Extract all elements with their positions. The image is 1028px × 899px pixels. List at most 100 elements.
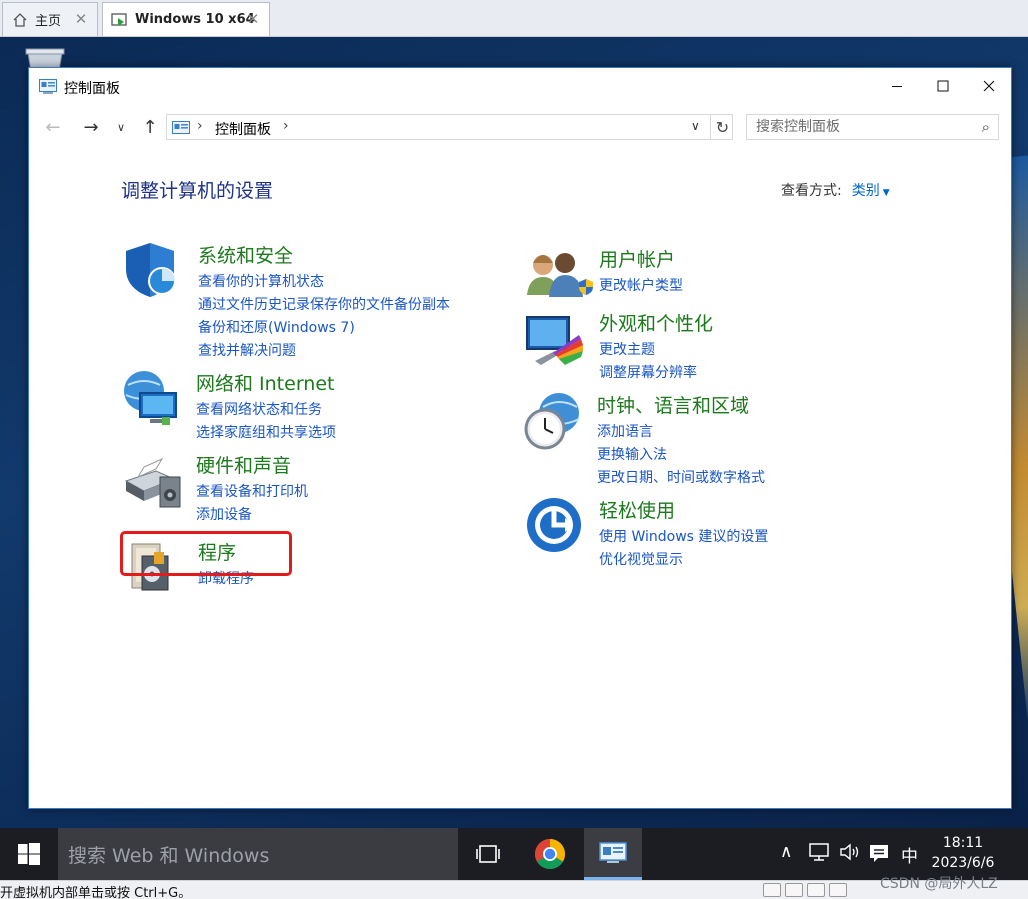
ease-of-access-icon[interactable] bbox=[525, 496, 585, 556]
show-hidden-icons-button[interactable]: ∧ bbox=[780, 842, 792, 862]
navigation-row: ← → ∨ ↑ › 控制面板 › ∨ ↻ ⌕ bbox=[29, 112, 1011, 142]
network-adapter-icon[interactable] bbox=[829, 883, 847, 897]
close-window-button[interactable] bbox=[966, 68, 1012, 104]
users-icon[interactable] bbox=[525, 245, 585, 305]
clock-date: 2023/6/6 bbox=[931, 855, 995, 871]
minimize-icon bbox=[892, 86, 902, 87]
usb-icon[interactable] bbox=[807, 883, 825, 897]
maximize-button[interactable] bbox=[920, 68, 966, 104]
highlight-annotation bbox=[120, 531, 292, 576]
close-icon[interactable]: ✕ bbox=[73, 11, 89, 27]
link-view-computer-status[interactable]: 查看你的计算机状态 bbox=[198, 271, 450, 294]
category-title[interactable]: 硬件和声音 bbox=[196, 451, 291, 478]
task-view-icon bbox=[476, 845, 500, 863]
link-backup-restore-win7[interactable]: 备份和还原(Windows 7) bbox=[198, 317, 450, 340]
taskbar-chrome[interactable] bbox=[521, 828, 579, 880]
vm-tab-windows10-label: Windows 10 x64 bbox=[135, 12, 255, 27]
address-bar[interactable]: › 控制面板 › ∨ bbox=[166, 114, 733, 140]
network-icon[interactable] bbox=[122, 369, 182, 429]
minimize-button[interactable] bbox=[874, 68, 920, 104]
link-adjust-resolution[interactable]: 调整屏幕分辨率 bbox=[599, 362, 697, 385]
view-by-dropdown[interactable]: 类别 bbox=[852, 183, 880, 199]
category-title[interactable]: 外观和个性化 bbox=[599, 309, 713, 336]
printer-icon[interactable] bbox=[122, 451, 182, 511]
category-title[interactable]: 时钟、语言和区域 bbox=[597, 391, 749, 418]
address-dropdown-icon[interactable]: ∨ bbox=[691, 119, 700, 133]
status-hint: 开虚拟机内部单击或按 Ctrl+G。 bbox=[0, 886, 192, 899]
link-file-history-backup[interactable]: 通过文件历史记录保存你的文件备份副本 bbox=[198, 294, 450, 317]
taskbar-clock[interactable]: 18:11 2023/6/6 bbox=[930, 833, 996, 873]
close-icon[interactable]: ✕ bbox=[245, 11, 261, 27]
appearance-icon[interactable] bbox=[525, 309, 585, 369]
view-by-control: 查看方式: 类别 ▼ bbox=[781, 180, 890, 200]
category-title[interactable]: 用户帐户 bbox=[599, 245, 675, 272]
cd-drive-icon[interactable] bbox=[785, 883, 803, 897]
taskbar-search-text: 搜索 Web 和 Windows bbox=[68, 845, 270, 867]
link-troubleshoot[interactable]: 查找并解决问题 bbox=[198, 340, 450, 363]
windows-logo-icon bbox=[18, 843, 40, 865]
link-change-input-method[interactable]: 更换输入法 bbox=[597, 444, 765, 467]
forward-button[interactable]: → bbox=[79, 114, 103, 140]
vm-tab-windows10[interactable]: Windows 10 x64 ✕ bbox=[102, 2, 270, 36]
link-change-account-type-label: 更改帐户类型 bbox=[599, 278, 683, 294]
search-input[interactable] bbox=[747, 115, 967, 139]
link-add-language[interactable]: 添加语言 bbox=[597, 421, 765, 444]
category-title[interactable]: 轻松使用 bbox=[599, 496, 675, 523]
input-method-indicator[interactable]: 中 bbox=[901, 842, 918, 867]
vm-running-icon bbox=[111, 11, 129, 29]
chrome-icon bbox=[534, 839, 566, 870]
search-icon[interactable]: ⌕ bbox=[982, 118, 990, 136]
device-status-icons bbox=[763, 883, 847, 897]
breadcrumb-separator-icon[interactable]: › bbox=[283, 118, 289, 134]
back-arrow-icon: ← bbox=[45, 116, 61, 138]
home-icon bbox=[11, 11, 29, 29]
page-title: 调整计算机的设置 bbox=[121, 180, 274, 202]
taskbar-control-panel[interactable] bbox=[584, 828, 642, 880]
control-panel-window: 控制面板 ← → ∨ ↑ › 控制面板 › ∨ ↻ ⌕ 调整计算机的 bbox=[28, 67, 1012, 809]
maximize-icon bbox=[937, 80, 949, 92]
network-tray-icon[interactable] bbox=[808, 842, 830, 867]
task-view-button[interactable] bbox=[459, 828, 517, 880]
link-recommended-settings[interactable]: 使用 Windows 建议的设置 bbox=[599, 526, 768, 549]
vm-tab-home[interactable]: 主页 ✕ bbox=[2, 2, 98, 36]
link-change-account-type[interactable]: 更改帐户类型 bbox=[578, 275, 683, 298]
view-by-label: 查看方式: bbox=[781, 183, 842, 199]
close-icon bbox=[983, 80, 995, 92]
link-change-theme[interactable]: 更改主题 bbox=[599, 339, 697, 362]
taskbar-search[interactable]: 搜索 Web 和 Windows bbox=[58, 828, 458, 880]
clock-globe-icon[interactable] bbox=[523, 391, 583, 451]
hard-disk-icon[interactable] bbox=[763, 883, 781, 897]
refresh-button[interactable]: ↻ bbox=[710, 114, 734, 140]
window-titlebar[interactable]: 控制面板 bbox=[29, 68, 1011, 106]
shield-icon[interactable] bbox=[124, 241, 184, 301]
start-button[interactable] bbox=[0, 828, 58, 880]
clock-time: 18:11 bbox=[942, 835, 984, 851]
action-center-icon[interactable] bbox=[868, 842, 890, 868]
dropdown-arrow-icon[interactable]: ▼ bbox=[883, 188, 890, 198]
breadcrumb-separator-icon[interactable]: › bbox=[197, 118, 203, 134]
link-homegroup-sharing[interactable]: 选择家庭组和共享选项 bbox=[196, 422, 336, 445]
control-panel-icon bbox=[172, 120, 190, 134]
link-add-device[interactable]: 添加设备 bbox=[196, 504, 308, 527]
window-title: 控制面板 bbox=[64, 81, 120, 97]
category-title[interactable]: 网络和 Internet bbox=[196, 369, 334, 396]
category-title[interactable]: 系统和安全 bbox=[198, 241, 293, 268]
control-panel-icon bbox=[599, 841, 627, 863]
forward-arrow-icon: → bbox=[83, 116, 99, 138]
volume-icon[interactable] bbox=[839, 842, 861, 867]
link-change-date-time-format[interactable]: 更改日期、时间或数字格式 bbox=[597, 467, 765, 490]
back-button[interactable]: ← bbox=[41, 114, 65, 140]
refresh-icon: ↻ bbox=[715, 117, 730, 137]
link-network-status-tasks[interactable]: 查看网络状态和任务 bbox=[196, 399, 336, 422]
recent-locations-button[interactable]: ∨ bbox=[109, 114, 133, 140]
chevron-down-icon: ∨ bbox=[116, 120, 126, 134]
search-box[interactable]: ⌕ bbox=[746, 114, 999, 140]
taskbar: 搜索 Web 和 Windows ∧ 中 18:11 2023/6/6 bbox=[0, 828, 1028, 880]
up-button[interactable]: ↑ bbox=[138, 114, 162, 140]
breadcrumb-control-panel[interactable]: 控制面板 bbox=[215, 119, 271, 139]
vm-tab-strip: 主页 ✕ Windows 10 x64 ✕ bbox=[0, 0, 1028, 37]
up-arrow-icon: ↑ bbox=[142, 116, 158, 138]
link-optimize-visual-display[interactable]: 优化视觉显示 bbox=[599, 549, 768, 572]
link-devices-printers[interactable]: 查看设备和打印机 bbox=[196, 481, 308, 504]
vm-tab-home-label: 主页 bbox=[35, 14, 62, 29]
